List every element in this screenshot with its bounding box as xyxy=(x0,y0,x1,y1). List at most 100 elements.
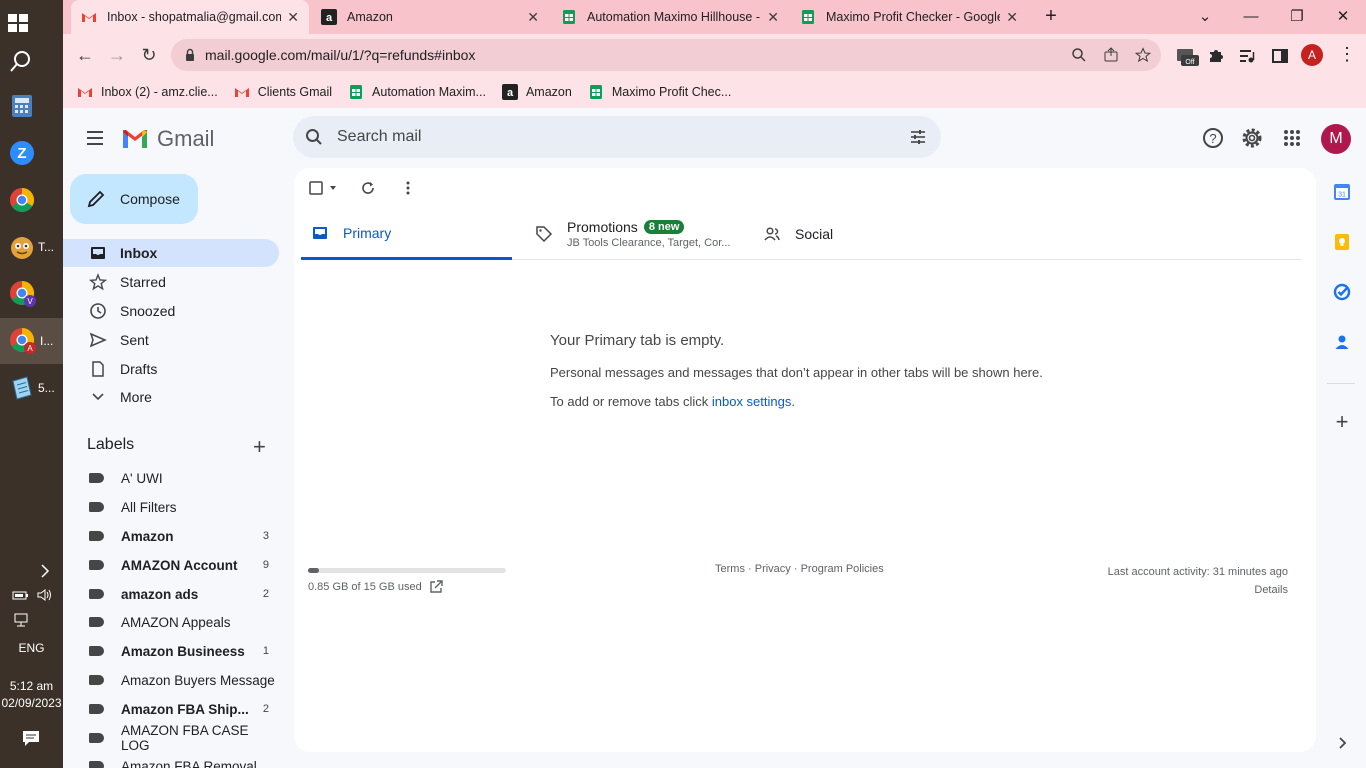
inbox-settings-link[interactable]: inbox settings xyxy=(712,394,792,409)
search-input[interactable] xyxy=(337,128,857,146)
keep-icon[interactable] xyxy=(1332,232,1352,252)
input-language[interactable]: ENG xyxy=(0,641,63,655)
zoom-z-icon: Z xyxy=(10,141,34,165)
close-tab-icon[interactable]: ✕ xyxy=(527,9,539,26)
settings-gear-icon[interactable] xyxy=(1240,126,1264,150)
nav-starred[interactable]: Starred xyxy=(63,268,279,296)
label-item[interactable]: Amazon 3 xyxy=(63,522,279,550)
taskbar-app-zoom[interactable]: Z xyxy=(0,130,63,176)
storage-usage: 0.85 GB of 15 GB used xyxy=(308,580,443,593)
tasks-icon[interactable] xyxy=(1332,282,1352,302)
gmail-logo[interactable]: Gmail xyxy=(121,126,214,152)
forward-arrow-icon[interactable]: → xyxy=(106,44,128,66)
bookmark-inbox[interactable]: Inbox (2) - amz.clie... xyxy=(77,84,218,100)
media-queue-icon[interactable] xyxy=(1238,47,1256,65)
bookmark-profit-checker[interactable]: Maximo Profit Chec... xyxy=(588,84,731,100)
bookmarks-bar: Inbox (2) - amz.clie... Clients Gmail Au… xyxy=(63,76,1366,108)
reload-icon[interactable]: ↻ xyxy=(138,44,160,66)
back-arrow-icon[interactable]: ← xyxy=(74,44,96,66)
show-hidden-icons-chevron-icon[interactable] xyxy=(38,563,52,579)
nav-snoozed[interactable]: Snoozed xyxy=(63,297,279,325)
taskbar-app-calculator[interactable] xyxy=(0,83,63,129)
label-item[interactable]: All Filters xyxy=(63,493,279,521)
label-item[interactable]: Amazon FBA Ship... 2 xyxy=(63,695,279,723)
browser-tab-profit-checker[interactable]: Maximo Profit Checker - Google ✕ xyxy=(790,0,1028,34)
notifications-icon[interactable] xyxy=(21,729,41,747)
google-apps-grid-icon[interactable] xyxy=(1280,126,1304,150)
restore-icon[interactable]: ❐ xyxy=(1286,6,1308,28)
tab-social[interactable]: Social xyxy=(763,208,923,260)
label-item[interactable]: amazon ads 2 xyxy=(63,580,279,608)
extensions-puzzle-icon[interactable] xyxy=(1207,47,1225,65)
share-icon[interactable] xyxy=(1103,47,1119,63)
nav-more[interactable]: More xyxy=(63,383,279,411)
nav-inbox[interactable]: Inbox xyxy=(63,239,279,267)
extension-off-icon[interactable]: Off xyxy=(1175,46,1199,68)
minimize-icon[interactable]: — xyxy=(1240,6,1262,28)
taskbar-clock[interactable]: 5:12 am 02/09/2023 xyxy=(0,678,63,712)
taskbar-app-5[interactable]: 5... xyxy=(0,365,63,411)
browser-tab-amazon[interactable]: a Amazon ✕ xyxy=(311,0,549,34)
privacy-link[interactable]: Privacy xyxy=(755,563,791,575)
close-tab-icon[interactable]: ✕ xyxy=(1006,9,1018,26)
get-addons-plus-icon[interactable]: + xyxy=(1332,411,1352,433)
bookmark-automation[interactable]: Automation Maxim... xyxy=(348,84,486,100)
expand-panel-chevron-icon[interactable] xyxy=(1332,733,1352,753)
bookmark-amazon[interactable]: a Amazon xyxy=(501,84,572,100)
terms-link[interactable]: Terms xyxy=(715,563,745,575)
site-info-lock-icon[interactable] xyxy=(183,48,197,62)
help-icon[interactable]: ? xyxy=(1201,126,1225,150)
search-icon[interactable] xyxy=(305,128,323,146)
address-bar[interactable]: mail.google.com/mail/u/1/?q=refunds#inbo… xyxy=(171,39,1161,71)
search-options-tune-icon[interactable] xyxy=(909,128,927,146)
refresh-icon[interactable] xyxy=(360,180,376,196)
program-policies-link[interactable]: Program Policies xyxy=(801,563,884,575)
bookmark-clients-gmail[interactable]: Clients Gmail xyxy=(234,84,332,100)
bookmark-star-icon[interactable] xyxy=(1135,47,1151,63)
label-item[interactable]: A' UWI xyxy=(63,464,279,492)
label-item[interactable]: AMAZON Appeals xyxy=(63,608,279,636)
select-all-checkbox[interactable] xyxy=(308,180,338,196)
taskbar-app-chrome-profile-v[interactable]: V xyxy=(0,271,63,317)
close-tab-icon[interactable]: ✕ xyxy=(767,9,779,26)
close-window-icon[interactable]: ✕ xyxy=(1332,6,1354,28)
svg-text:Off: Off xyxy=(1185,59,1194,66)
taskbar-app-chrome[interactable] xyxy=(0,177,63,223)
nav-drafts[interactable]: Drafts xyxy=(63,355,279,383)
volume-icon[interactable] xyxy=(36,588,54,602)
nav-sent[interactable]: Sent xyxy=(63,326,279,354)
taskbar-app-chrome-profile-a[interactable]: A I... xyxy=(0,318,63,364)
label-item[interactable]: Amazon FBA Removal xyxy=(63,752,279,768)
network-icon[interactable] xyxy=(13,612,31,628)
tab-search-chevron-icon[interactable]: ⌄ xyxy=(1194,6,1216,28)
more-options-kebab-icon[interactable] xyxy=(400,180,416,196)
label-item[interactable]: AMAZON Account 9 xyxy=(63,551,279,579)
label-item[interactable]: Amazon Busineess 1 xyxy=(63,637,279,665)
caret-down-icon[interactable] xyxy=(328,183,338,193)
tab-promotions[interactable]: Promotions 8 new JB Tools Clearance, Tar… xyxy=(535,208,755,260)
profile-avatar[interactable]: A xyxy=(1301,44,1323,66)
details-link[interactable]: Details xyxy=(1254,584,1288,596)
create-label-plus-icon[interactable]: + xyxy=(253,434,266,460)
main-menu-hamburger-icon[interactable] xyxy=(85,128,105,148)
new-tab-plus-icon[interactable]: + xyxy=(1039,5,1063,29)
battery-icon[interactable] xyxy=(12,588,30,602)
label-item[interactable]: Amazon Buyers Message xyxy=(63,666,279,694)
chrome-menu-kebab-icon[interactable]: ⋮ xyxy=(1338,45,1356,63)
browser-tab-inbox[interactable]: Inbox - shopatmalia@gmail.com ✕ xyxy=(71,0,309,34)
zoom-magnifier-icon[interactable] xyxy=(1071,47,1087,63)
close-tab-icon[interactable]: ✕ xyxy=(287,9,299,26)
taskbar-app-t[interactable]: T... xyxy=(0,224,63,270)
label-name: All Filters xyxy=(121,499,177,515)
account-avatar[interactable]: M xyxy=(1321,124,1351,154)
label-item[interactable]: AMAZON FBA CASE LOG xyxy=(63,723,279,753)
open-in-new-icon[interactable] xyxy=(430,580,443,593)
browser-tab-automation[interactable]: Automation Maximo Hillhouse - ✕ xyxy=(551,0,789,34)
tab-primary[interactable]: Primary xyxy=(301,208,512,260)
contacts-icon[interactable] xyxy=(1332,332,1352,352)
search-bar[interactable] xyxy=(293,116,941,158)
compose-button[interactable]: Compose xyxy=(70,174,198,224)
taskbar-search-button[interactable] xyxy=(0,38,63,84)
side-panel-icon[interactable] xyxy=(1271,47,1289,65)
calendar-icon[interactable]: 31 xyxy=(1332,182,1352,202)
